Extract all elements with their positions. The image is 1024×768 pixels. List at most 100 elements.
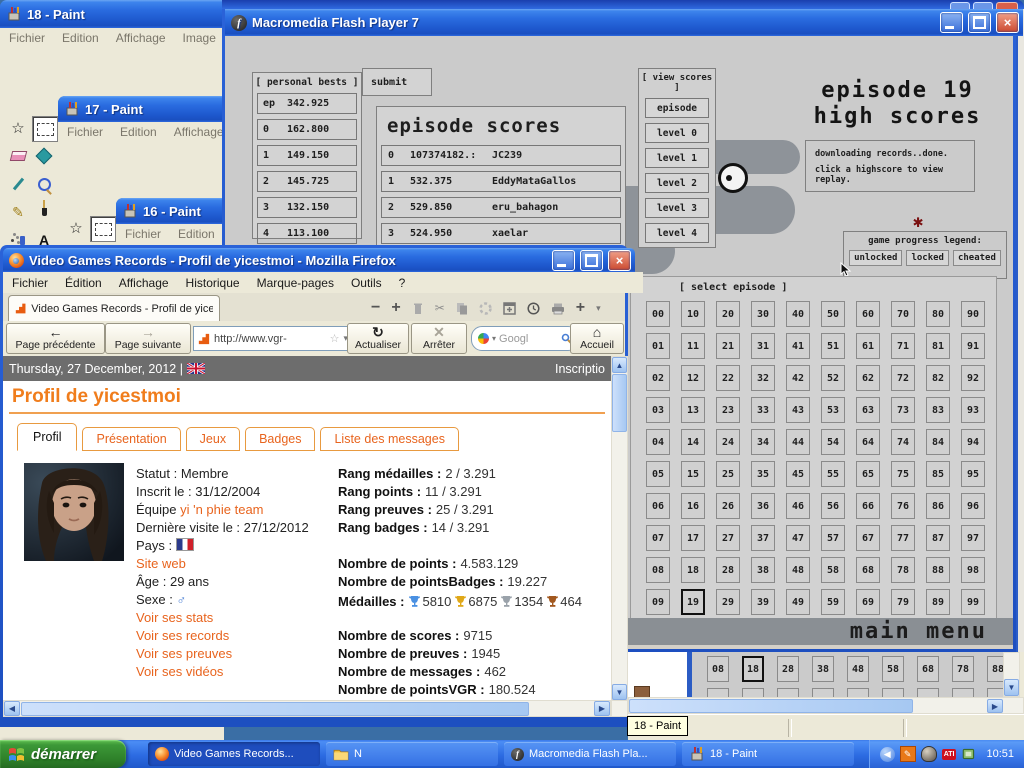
menu-edition[interactable]: Edition — [178, 227, 215, 241]
scroll-thumb[interactable] — [21, 702, 529, 716]
task-button-flash[interactable]: f Macromedia Flash Pla... — [504, 742, 676, 766]
episode-cell[interactable]: 28 — [716, 557, 740, 583]
view-score-button[interactable]: level 0 — [645, 123, 709, 143]
paint16-titlebar[interactable]: 16 - Paint — [116, 198, 236, 224]
episode-cell[interactable]: 41 — [786, 333, 810, 359]
menu-edition[interactable]: Edition — [120, 125, 157, 139]
menu-marque-pages[interactable]: Marque-pages — [257, 276, 334, 290]
eyedropper-icon[interactable] — [6, 172, 30, 196]
episode-cell[interactable]: 46 — [786, 493, 810, 519]
episode-cell[interactable]: 97 — [961, 525, 985, 551]
episode-cell[interactable]: 18 — [681, 557, 705, 583]
minus-icon[interactable]: − — [371, 299, 380, 317]
menu-outils[interactable]: Outils — [351, 276, 382, 290]
profile-tab[interactable]: Présentation — [82, 427, 181, 451]
episode-cell[interactable]: 17 — [681, 525, 705, 551]
episode-cell[interactable]: 96 — [961, 493, 985, 519]
inscription-link[interactable]: Inscriptio — [555, 362, 605, 376]
active-tab[interactable]: Video Games Records - Profil de yicestmo… — [8, 295, 220, 321]
menu-image[interactable]: Image — [183, 31, 216, 45]
profile-tab[interactable]: Badges — [245, 427, 316, 451]
scroll-up-button[interactable]: ▲ — [612, 357, 627, 373]
episode-cell[interactable]: 59 — [821, 589, 845, 615]
episode-cell[interactable]: 78 — [891, 557, 915, 583]
episode-cell[interactable]: 51 — [821, 333, 845, 359]
view-score-button[interactable]: level 1 — [645, 148, 709, 168]
home-button[interactable]: ⌂ Accueil — [570, 323, 624, 354]
episode-cell[interactable]: 58 — [821, 557, 845, 583]
episode-cell[interactable]: 82 — [926, 365, 950, 391]
view-score-button[interactable]: level 4 — [645, 223, 709, 243]
episode-cell[interactable]: 72 — [891, 365, 915, 391]
scroll-thumb[interactable] — [612, 374, 627, 432]
freeform-select-icon[interactable]: ☆ — [6, 116, 30, 140]
episode-cell[interactable]: 76 — [891, 493, 915, 519]
episode-cell[interactable]: 87 — [926, 525, 950, 551]
task-button-firefox[interactable]: Video Games Records... — [148, 742, 320, 766]
profile-link[interactable]: Voir ses records — [136, 628, 229, 643]
scroll-left-button[interactable]: ◀ — [4, 701, 20, 716]
episode-cell[interactable]: 92 — [961, 365, 985, 391]
episode-cell[interactable]: 81 — [926, 333, 950, 359]
forward-button[interactable]: → Page suivante — [105, 323, 191, 354]
menu-edition[interactable]: Édition — [65, 276, 102, 290]
episode-cell[interactable]: 79 — [891, 589, 915, 615]
episode-cell[interactable]: 01 — [646, 333, 670, 359]
episode-cell[interactable]: 57 — [821, 525, 845, 551]
plus-icon[interactable]: + — [391, 299, 400, 317]
minimize-button[interactable] — [552, 249, 575, 271]
menu-fichier[interactable]: Fichier — [9, 31, 45, 45]
episode-cell[interactable]: 49 — [786, 589, 810, 615]
loading-icon[interactable] — [479, 301, 492, 315]
episode-cell[interactable]: 28 — [777, 656, 799, 682]
pencil-icon[interactable]: ✎ — [6, 200, 30, 224]
episode-cell[interactable]: 69 — [856, 589, 880, 615]
episode-cell[interactable]: 23 — [716, 397, 740, 423]
personal-best-row[interactable]: 3 132.150 — [257, 197, 357, 218]
episode-cell[interactable]: 16 — [681, 493, 705, 519]
minimize-button[interactable] — [940, 12, 963, 33]
episode-cell[interactable]: 10 — [681, 301, 705, 327]
stop-button[interactable]: ✕ Arrêter — [411, 323, 467, 354]
episode-cell[interactable]: 04 — [646, 429, 670, 455]
episode-cell[interactable]: 27 — [716, 525, 740, 551]
scroll-down-button[interactable]: ▼ — [1004, 679, 1019, 696]
personal-best-row[interactable]: 2 145.725 — [257, 171, 357, 192]
episode-cell[interactable]: 48 — [847, 656, 869, 682]
episode-cell[interactable]: 08 — [707, 656, 729, 682]
horizontal-scrollbar[interactable]: ◀ ▶ — [3, 700, 611, 717]
profile-link[interactable]: Voir ses vidéos — [136, 664, 223, 679]
paint18-titlebar[interactable]: 18 - Paint — [0, 0, 234, 28]
episode-cell[interactable]: 38 — [751, 557, 775, 583]
firefox-titlebar[interactable]: Video Games Records - Profil de yicestmo… — [3, 248, 635, 272]
personal-best-row[interactable]: 0 162.800 — [257, 119, 357, 140]
episode-cell[interactable]: 02 — [646, 365, 670, 391]
episode-cell[interactable]: 37 — [751, 525, 775, 551]
highscore-row[interactable]: 2 529.850 eru_bahagon — [381, 197, 621, 218]
episode-cell[interactable]: 60 — [856, 301, 880, 327]
episode-cell[interactable]: 00 — [646, 301, 670, 327]
dropdown-icon[interactable]: ▾ — [596, 303, 601, 314]
episode-cell[interactable]: 50 — [821, 301, 845, 327]
episode-cell[interactable]: 88 — [987, 656, 1003, 682]
close-button[interactable]: × — [996, 12, 1019, 33]
episode-cell[interactable]: 58 — [882, 656, 904, 682]
task-button-paint[interactable]: 18 - Paint — [682, 742, 854, 766]
collapse-chevron-icon[interactable]: ◀ — [879, 746, 895, 762]
episode-cell[interactable]: 40 — [786, 301, 810, 327]
view-score-button[interactable]: level 3 — [645, 198, 709, 218]
episode-cell[interactable]: 73 — [891, 397, 915, 423]
episode-cell[interactable]: 43 — [786, 397, 810, 423]
profile-link[interactable]: Voir ses preuves — [136, 646, 232, 661]
episode-cell[interactable]: 38 — [812, 656, 834, 682]
episode-cell[interactable]: 61 — [856, 333, 880, 359]
episode-cell[interactable]: 54 — [821, 429, 845, 455]
bookmark-star-icon[interactable]: ☆ — [330, 332, 340, 345]
maximize-button[interactable] — [968, 12, 991, 33]
profile-link[interactable]: yi 'n phie team — [180, 502, 263, 517]
episode-cell[interactable]: 90 — [961, 301, 985, 327]
uk-flag-icon[interactable] — [186, 363, 205, 374]
ati-icon[interactable]: ATI — [941, 748, 957, 760]
episode-cell[interactable]: 86 — [926, 493, 950, 519]
episode-cell[interactable]: 68 — [917, 656, 939, 682]
